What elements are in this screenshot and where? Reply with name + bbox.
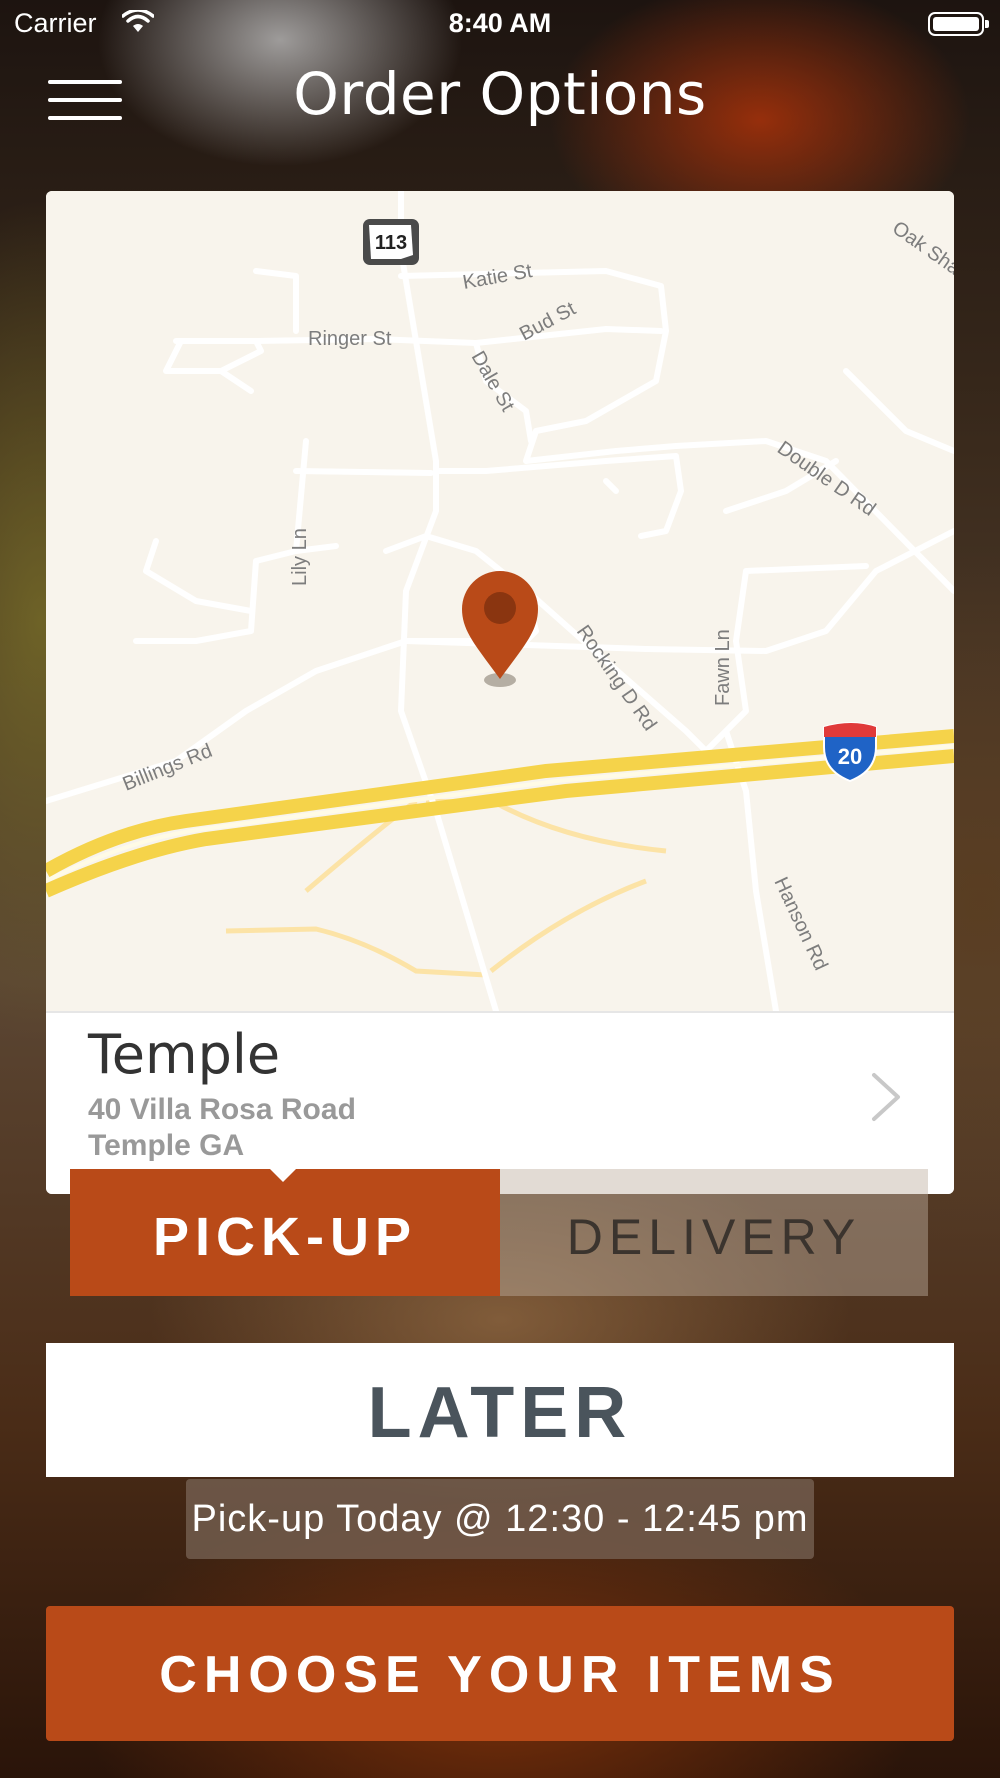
tab-pickup[interactable]: PICK-UP	[70, 1169, 500, 1296]
street-label: Fawn Ln	[712, 629, 734, 706]
tab-delivery[interactable]: DELIVERY	[500, 1169, 928, 1296]
nav-bar: Order Options	[0, 50, 1000, 190]
page-title: Order Options	[293, 60, 707, 128]
pickup-time-label: Pick-up Today @ 12:30 - 12:45 pm	[186, 1479, 814, 1559]
battery-icon	[928, 12, 989, 36]
chevron-right-icon	[872, 1073, 900, 1121]
clock: 8:40 AM	[448, 8, 552, 38]
street-label: Lily Ln	[289, 528, 311, 586]
store-map[interactable]: 113 20 Katie St Bud St Ringer St Dale St…	[46, 191, 954, 1011]
svg-text:20: 20	[838, 744, 862, 769]
route-113-shield: 113	[363, 219, 419, 265]
choose-items-button[interactable]: CHOOSE YOUR ITEMS	[46, 1606, 954, 1741]
store-address: 40 Villa Rosa Road	[88, 1093, 356, 1126]
store-card: 113 20 Katie St Bud St Ringer St Dale St…	[46, 191, 954, 1194]
svg-text:113: 113	[375, 232, 407, 254]
store-location-row[interactable]: Temple 40 Villa Rosa Road Temple GA	[46, 1011, 954, 1194]
street-label: Ringer St	[308, 328, 392, 350]
order-type-tabs: PICK-UP DELIVERY	[70, 1166, 928, 1296]
selected-indicator	[267, 1166, 299, 1182]
store-city: Temple GA	[88, 1129, 245, 1162]
status-bar: Carrier 8:40 AM	[0, 0, 1000, 50]
store-name: Temple	[88, 1023, 281, 1086]
later-button[interactable]: LATER	[46, 1343, 954, 1477]
